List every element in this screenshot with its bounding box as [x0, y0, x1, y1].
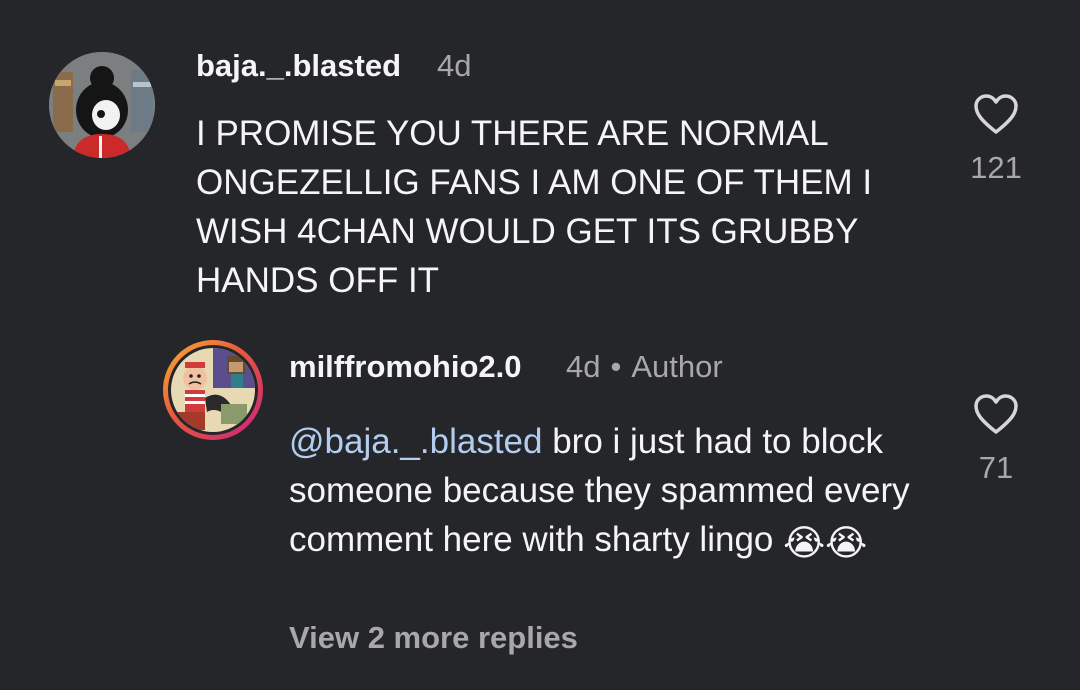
- mention-link[interactable]: @baja._.blasted: [289, 422, 542, 461]
- reply-like: 71: [956, 392, 1036, 486]
- crying-emoji-icon: 😭😭: [783, 522, 868, 563]
- comment-like: 121: [956, 92, 1036, 186]
- reply-age: 4d: [566, 349, 601, 384]
- avatar-hooded-girl-icon: [49, 52, 155, 158]
- comment-item: baja._.blasted 4d I PROMISE YOU THERE AR…: [0, 0, 1080, 320]
- heart-outline-icon[interactable]: [972, 392, 1020, 436]
- reply-meta: 4d • Author: [566, 349, 723, 385]
- comments-thread: baja._.blasted 4d I PROMISE YOU THERE AR…: [0, 0, 1080, 690]
- heart-outline-icon[interactable]: [972, 92, 1020, 136]
- reply-like-count: 71: [978, 450, 1014, 485]
- comment-like-count: 121: [970, 150, 1022, 185]
- reply-item: milffromohio2.0 4d • Author @baja._.blaste…: [0, 320, 1080, 690]
- avatar[interactable]: [163, 340, 263, 440]
- reply-text: @baja._.blasted bro i just had to block …: [289, 417, 929, 567]
- comment-username[interactable]: baja._.blasted: [196, 48, 401, 84]
- author-badge: Author: [631, 349, 723, 384]
- view-more-replies-button[interactable]: View 2 more replies: [289, 620, 578, 656]
- comment-age: 4d: [437, 48, 472, 83]
- comment-text: I PROMISE YOU THERE ARE NORMAL ONGEZELLI…: [196, 114, 873, 300]
- avatar-cartoon-collage-icon: [171, 348, 255, 432]
- meta-separator: •: [610, 349, 622, 384]
- reply-username[interactable]: milffromohio2.0: [289, 349, 522, 385]
- avatar[interactable]: [49, 52, 155, 158]
